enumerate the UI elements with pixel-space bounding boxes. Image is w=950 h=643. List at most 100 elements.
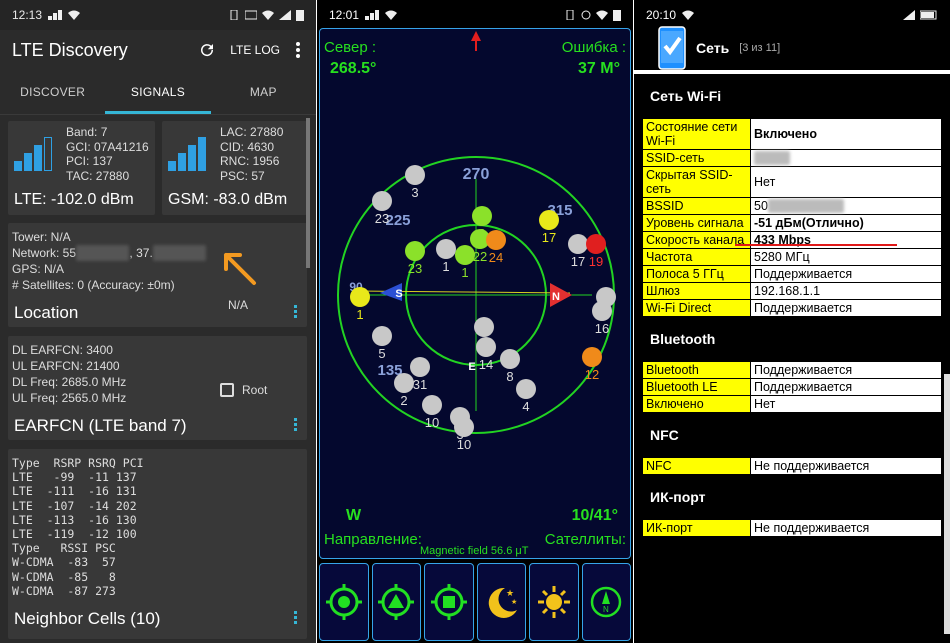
gsm-signal-card[interactable]: LAC: 27880 CID: 4630 RNC: 1956 PSC: 57 G… [162,121,307,215]
wifi-value: Поддерживается [750,299,942,317]
table-row: Частота 5280 МГц [642,248,942,266]
redacted-block: ssid00 [754,151,791,165]
wifi-value: Нет [750,166,942,198]
earfcn-details: DL EARFCN: 3400 UL EARFCN: 21400 DL Freq… [12,342,126,406]
lte-signal-card[interactable]: Band: 7 GCI: 07A41216 PCI: 137 TAC: 2788… [8,121,155,215]
neighbor-table: Type RSRP RSRQ PCI LTE -99 -11 137 LTE -11… [12,456,144,598]
night-mode-button[interactable]: ★ ★ [476,563,526,641]
tab-bar: DISCOVER SIGNALS MAP [0,70,316,115]
svg-text:★: ★ [506,588,514,598]
table-row: Bluetooth LE Поддерживается [642,378,942,396]
status-bar: 12:01 [317,0,633,30]
location-card[interactable]: Tower: N/A Network: 5500000000, 37.00000… [8,223,307,327]
app-bar: LTE Discovery LTE LOG [0,30,316,70]
gsm-details: LAC: 27880 CID: 4630 RNC: 1956 PSC: 57 [220,125,283,183]
satellite-marker [500,349,520,369]
bt-key: Bluetooth LE [642,378,751,396]
ul-freq: UL Freq: 2565.0 MHz [12,391,127,405]
compass-button[interactable]: N [581,563,631,641]
root-checkbox[interactable]: Root [220,382,267,398]
locate-button[interactable] [319,563,369,641]
satellite-marker [476,337,496,357]
svg-text:N: N [603,605,609,614]
battery-icon [920,10,937,20]
gsm-signal-bars-icon [168,131,206,171]
satellite-marker [539,210,559,230]
scrollbar[interactable] [944,374,950,634]
redacted-block: 00000000000 [767,199,845,213]
tower-line: Tower: N/A [12,230,71,244]
nfc-value: Не поддерживается [750,457,942,475]
gps-toolbar: ★ ★ N [319,563,631,641]
card-menu-icon[interactable] [294,611,297,624]
triangle-target-icon [378,584,415,620]
svg-text:★: ★ [511,598,517,606]
table-row: Скрытая SSID-сеть Нет [642,166,942,198]
card-menu-icon[interactable] [294,418,297,431]
network-info-screen: 20:10 Сеть [3 из 11] Сеть Wi-Fi Состояни… [634,0,950,643]
neighbor-cells-card[interactable]: Type RSRP RSRQ PCI LTE -99 -11 137 LTE -11… [8,449,307,639]
magnetic-field: Magnetic field 56.6 μT [420,545,529,557]
compass-label: E [468,361,475,373]
satellite-marker [394,373,414,393]
neighbor-row: LTE -119 -12 100 [12,527,137,542]
tab-map[interactable]: MAP [211,70,316,114]
wifi-icon [262,10,274,20]
satellite-number: 3 [411,185,418,200]
day-mode-button[interactable] [529,563,579,641]
compass-label: 225 [385,212,410,229]
wifi-table: Состояние сети Wi-FiВключено SSID-сетьss… [642,118,942,317]
earfcn-title: EARFCN (LTE band 7) [14,416,187,435]
bluetooth-section-title: Bluetooth [634,317,950,361]
checkbox-icon[interactable] [220,383,234,397]
wifi-section-title: Сеть Wi-Fi [634,74,950,118]
phone-check-icon [658,26,686,70]
satellite-marker [350,287,370,307]
earfcn-card[interactable]: DL EARFCN: 3400 UL EARFCN: 21400 DL Freq… [8,336,307,440]
stop-button[interactable] [424,563,474,641]
lte-band: Band: 7 [66,125,108,139]
satellites-label: Сателлиты: [544,531,626,548]
table-row: Включено Нет [642,395,942,413]
wifi-value: 5280 МГц [750,248,942,266]
satellite-marker [405,165,425,185]
ul-earfcn: UL EARFCN: 21400 [12,359,120,373]
wifi-icon [682,10,695,20]
refresh-icon[interactable] [198,41,216,59]
direction-label: Направление: [324,531,422,548]
lte-tac: TAC: 27880 [66,168,130,183]
gsm-rnc: RNC: 1956 [220,154,280,168]
satellite-marker [582,347,602,367]
satellite-number: 31 [413,377,427,392]
arrow-annotation-icon [224,253,256,285]
satellite-marker [516,379,536,399]
satellite-number: 24 [489,250,503,265]
scrollbar[interactable] [306,118,310,268]
neighbor-header: Type RSSI PSC [12,541,116,556]
table-row: NFC Не поддерживается [642,457,942,475]
wifi-icon [385,10,398,20]
card-menu-icon[interactable] [294,305,297,318]
satellites-line: # Satellites: 0 (Accuracy: ±0m) [12,278,175,292]
satellite-number: 22 [473,249,487,264]
satellite-marker [372,326,392,346]
gps-radar-panel: Север : 268.5° Ошибка : 37 М° 270 315 225 9… [319,28,631,559]
satellite-marker [568,234,588,254]
tab-signals[interactable]: SIGNALS [105,70,211,114]
overflow-menu-icon[interactable] [292,41,304,59]
neighbor-row: LTE -113 -16 130 [12,512,137,527]
table-row: Состояние сети Wi-Fi Включено [642,118,942,150]
satellite-marker [422,395,442,415]
bt-value: Поддерживается [750,378,942,396]
battery-icon [613,10,621,21]
status-bar: 12:13 [0,0,316,30]
lte-log-button[interactable]: LTE LOG [230,43,280,57]
table-row: Скорость канала 433 Mbps [642,231,942,249]
satellite-count: 10/41° [571,507,618,524]
satellite-number: 17 [571,254,585,269]
tab-discover[interactable]: DISCOVER [0,70,105,114]
gsm-psc: PSC: 57 [220,168,265,183]
gps-line: GPS: N/A [12,262,65,276]
navigate-button[interactable] [371,563,421,641]
satellite-marker [410,357,430,377]
